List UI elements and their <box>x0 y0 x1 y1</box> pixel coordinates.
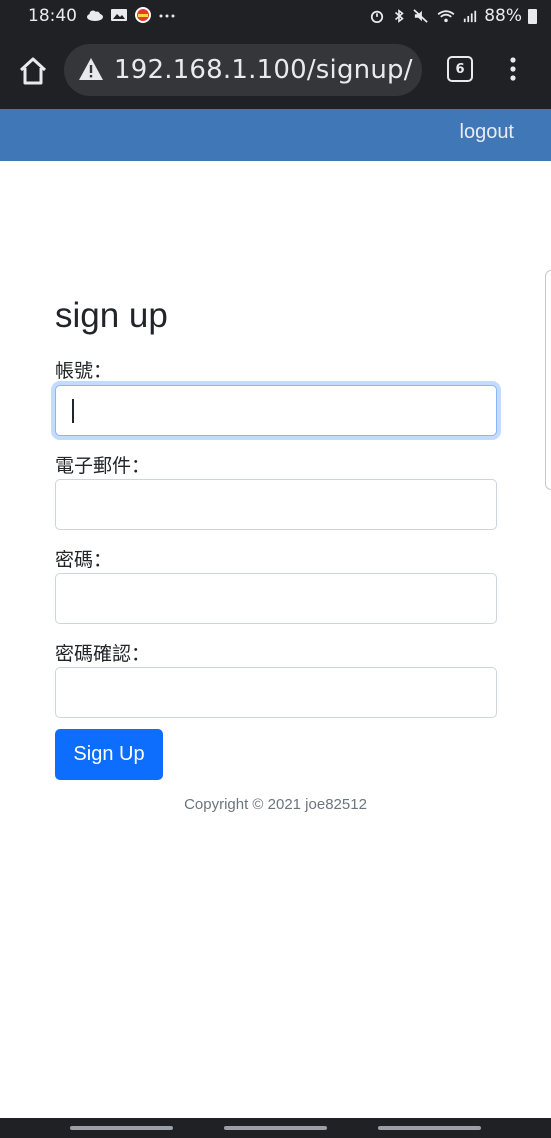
password-confirm-input[interactable] <box>55 667 497 718</box>
status-bar: 18:40 88% <box>0 0 551 34</box>
sign-up-button[interactable]: Sign Up <box>55 729 163 780</box>
more-dots-icon <box>159 14 175 18</box>
site-navbar: logout <box>0 109 551 161</box>
wifi-icon <box>437 10 455 23</box>
system-nav-bar <box>0 1118 551 1138</box>
logout-link[interactable]: logout <box>460 121 515 144</box>
tab-switcher-button[interactable]: 6 <box>447 56 473 82</box>
back-button[interactable] <box>378 1126 481 1130</box>
page-title: sign up <box>55 296 168 335</box>
cloud-icon <box>87 10 103 21</box>
warning-icon[interactable] <box>78 57 104 81</box>
status-right-icons: 88% <box>368 6 537 26</box>
username-input[interactable] <box>55 385 497 436</box>
address-bar[interactable]: 192.168.1.100/signup/ <box>64 44 422 96</box>
status-time: 18:40 <box>28 6 77 26</box>
password-label: 密碼： <box>55 549 113 571</box>
kebab-menu-icon[interactable] <box>505 54 521 84</box>
password-input[interactable] <box>55 573 497 624</box>
recent-apps-button[interactable] <box>70 1126 173 1130</box>
home-icon[interactable] <box>16 54 50 88</box>
status-left-icons <box>86 6 176 24</box>
signal-icon <box>464 10 477 23</box>
email-label: 電子郵件： <box>55 455 151 477</box>
username-label: 帳號： <box>55 360 113 382</box>
edge-panel-handle[interactable] <box>545 270 551 490</box>
copyright-text: Copyright © 2021 joe82512 <box>184 796 367 813</box>
mute-icon <box>413 9 428 23</box>
battery-percent: 88% <box>484 6 522 26</box>
bluetooth-icon <box>395 9 404 23</box>
password-confirm-label: 密碼確認： <box>55 643 151 665</box>
tab-count: 6 <box>455 61 465 77</box>
address-text[interactable]: 192.168.1.100/signup/ <box>114 55 413 85</box>
home-gesture-button[interactable] <box>224 1126 327 1130</box>
battery-icon <box>528 8 537 24</box>
image-icon <box>111 9 127 21</box>
app-badge-icon <box>135 7 151 23</box>
alarm-icon <box>371 10 384 23</box>
browser-toolbar: 192.168.1.100/signup/ 6 <box>0 34 551 109</box>
email-input[interactable] <box>55 479 497 530</box>
text-caret <box>72 399 74 423</box>
